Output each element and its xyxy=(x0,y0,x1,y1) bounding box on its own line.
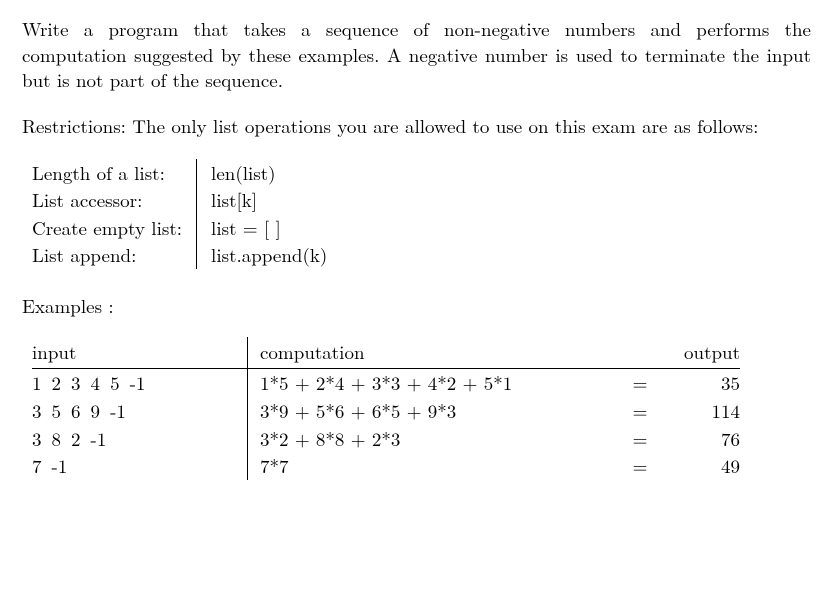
header-output: output xyxy=(660,337,740,369)
examples-label: Examples : xyxy=(22,293,811,319)
header-computation: computation xyxy=(248,337,621,369)
example-row: 382-1 3*2 + 8*8 + 2*3 = 76 xyxy=(32,425,740,453)
examples-header-row: input computation output xyxy=(32,337,740,369)
operation-row: List append: list.append(k) xyxy=(32,241,339,269)
example-row: 7-1 7*7 = 49 xyxy=(32,452,740,480)
example-output: 114 xyxy=(660,397,740,425)
operation-desc: List append: xyxy=(32,241,197,269)
example-input: 12345-1 xyxy=(32,369,248,397)
example-input: 382-1 xyxy=(32,425,248,453)
example-computation: 7*7 xyxy=(248,452,621,480)
example-output: 76 xyxy=(660,425,740,453)
operation-desc: Create empty list: xyxy=(32,214,197,242)
operation-code: list[k] xyxy=(197,186,340,214)
example-input: 7-1 xyxy=(32,452,248,480)
example-computation: 3*2 + 8*8 + 2*3 xyxy=(248,425,621,453)
operation-code: len(list) xyxy=(197,159,340,187)
intro-paragraph: Write a program that takes a sequence of… xyxy=(22,16,811,93)
example-row: 3569-1 3*9 + 5*6 + 6*5 + 9*3 = 114 xyxy=(32,397,740,425)
operation-row: List accessor: list[k] xyxy=(32,186,339,214)
operation-row: Length of a list: len(list) xyxy=(32,159,339,187)
example-input: 3569-1 xyxy=(32,397,248,425)
example-output: 49 xyxy=(660,452,740,480)
example-eq: = xyxy=(620,369,660,397)
header-input: input xyxy=(32,337,248,369)
example-eq: = xyxy=(620,397,660,425)
examples-table: input computation output 12345-1 1*5 + 2… xyxy=(32,337,740,480)
operation-code: list.append(k) xyxy=(197,241,340,269)
example-computation: 1*5 + 2*4 + 3*3 + 4*2 + 5*1 xyxy=(248,369,621,397)
example-eq: = xyxy=(620,452,660,480)
example-computation: 3*9 + 5*6 + 6*5 + 9*3 xyxy=(248,397,621,425)
header-eq xyxy=(620,337,660,369)
example-eq: = xyxy=(620,425,660,453)
operation-desc: Length of a list: xyxy=(32,159,197,187)
operations-table: Length of a list: len(list) List accesso… xyxy=(32,159,339,270)
operation-desc: List accessor: xyxy=(32,186,197,214)
restrictions-paragraph: Restrictions: The only list operations y… xyxy=(22,113,811,139)
example-row: 12345-1 1*5 + 2*4 + 3*3 + 4*2 + 5*1 = 35 xyxy=(32,369,740,397)
operation-row: Create empty list: list = [ ] xyxy=(32,214,339,242)
example-output: 35 xyxy=(660,369,740,397)
operation-code: list = [ ] xyxy=(197,214,340,242)
